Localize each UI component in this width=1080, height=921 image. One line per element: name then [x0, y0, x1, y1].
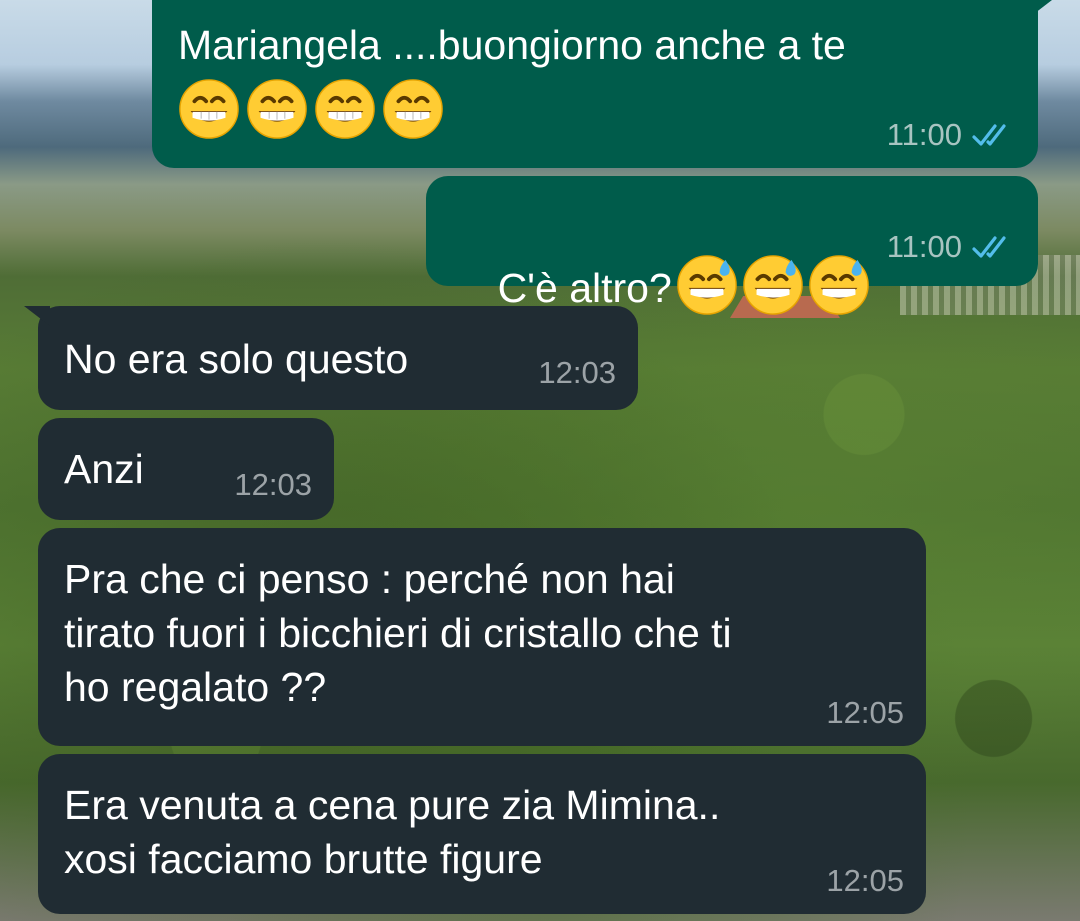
- message-meta: 11:00: [887, 230, 1016, 264]
- message-time: 12:03: [234, 467, 312, 502]
- message-meta: 12:05: [826, 696, 904, 730]
- message-text: Pra che ci penso : perché non hai tirato…: [64, 556, 732, 710]
- message-time: 12:05: [826, 695, 904, 730]
- grinning-face-emoji-icon: [314, 78, 376, 140]
- message-bubble-incoming[interactable]: Pra che ci penso : perché non hai tirato…: [38, 528, 926, 746]
- message-time: 12:05: [826, 863, 904, 898]
- grinning-face-with-sweat-emoji-icon: [742, 254, 804, 316]
- message-time: 11:00: [886, 117, 962, 152]
- read-receipt-icon: [972, 122, 1016, 148]
- message-time: 11:00: [886, 229, 962, 264]
- message-text: C'è altro?: [497, 265, 672, 311]
- grinning-face-emoji-icon: [382, 78, 444, 140]
- message-bubble-outgoing[interactable]: C'è altro? 11:00: [426, 176, 1038, 286]
- message-text: Mariangela ....buongiorno anche a te: [178, 22, 846, 68]
- message-bubble-incoming[interactable]: Anzi 12:03: [38, 418, 334, 520]
- message-bubble-incoming[interactable]: No era solo questo 12:03: [24, 306, 638, 410]
- message-meta: 12:05: [826, 864, 904, 898]
- message-bubble-outgoing[interactable]: Mariangela ....buongiorno anche a te 11:…: [152, 0, 1052, 168]
- message-time: 12:03: [538, 355, 616, 390]
- message-meta: 11:00: [887, 118, 1016, 152]
- message-text: Era venuta a cena pure zia Mimina.. xosi…: [64, 782, 721, 882]
- grinning-face-with-sweat-emoji-icon: [808, 254, 870, 316]
- grinning-face-emoji-icon: [178, 78, 240, 140]
- message-meta: 12:03: [234, 468, 312, 502]
- message-bubble-incoming[interactable]: Era venuta a cena pure zia Mimina.. xosi…: [38, 754, 926, 914]
- grinning-face-emoji-icon: [246, 78, 308, 140]
- grinning-face-with-sweat-emoji-icon: [676, 254, 738, 316]
- message-text: No era solo questo: [64, 336, 409, 382]
- read-receipt-icon: [972, 234, 1016, 260]
- message-meta: 12:03: [538, 356, 616, 390]
